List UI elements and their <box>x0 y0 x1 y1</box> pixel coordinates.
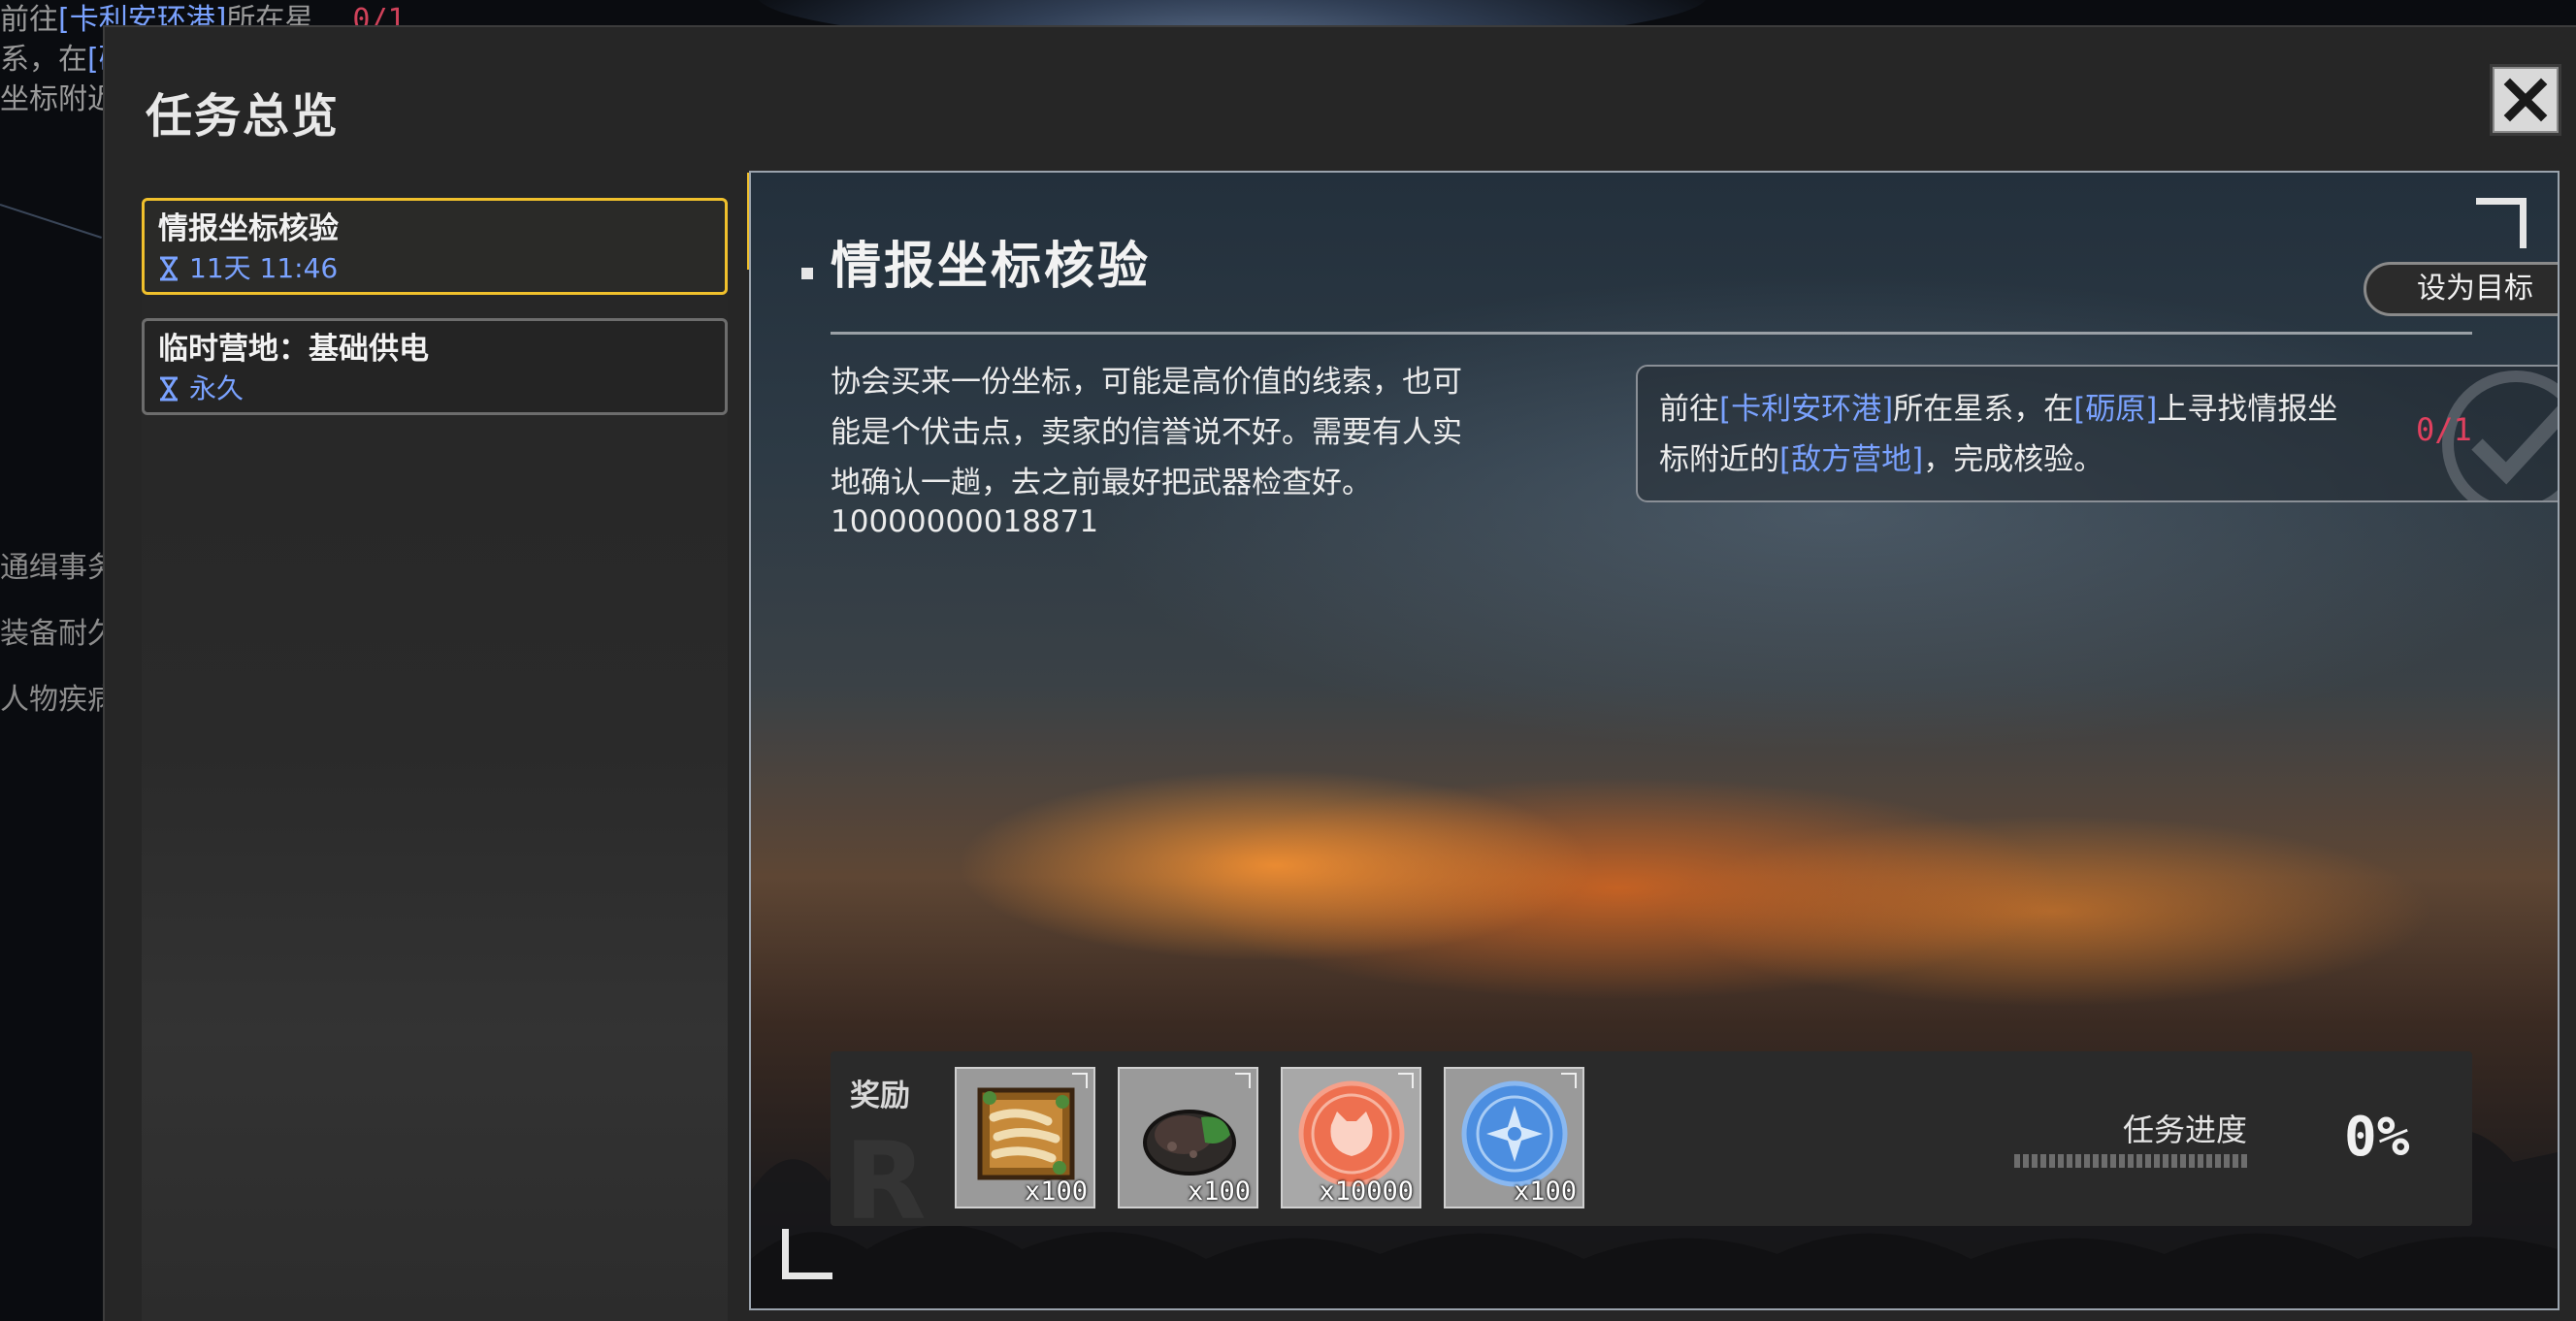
hud-side-item[interactable]: 装备耐久 <box>0 601 116 667</box>
orange-badge-icon <box>1298 1080 1405 1187</box>
quest-item-camp-power[interactable]: 临时营地：基础供电 永久 <box>142 318 728 415</box>
quest-list: 情报坐标核验 11天 11:46 临时营地：基础供电 永久 <box>142 173 728 1321</box>
enemy-camp-link[interactable]: [敌方营地] <box>1779 442 1923 477</box>
close-icon <box>2503 78 2548 122</box>
reward-item[interactable]: x10000 <box>1281 1067 1421 1208</box>
quest-id: 10000000018871 <box>831 504 1099 539</box>
set-as-target-button[interactable]: 设为目标 <box>2364 262 2558 316</box>
quest-timer: 11天 11:46 <box>158 249 711 288</box>
quest-timer: 永久 <box>158 370 711 408</box>
title-divider <box>831 332 2472 335</box>
hud-side-item[interactable]: 人物疾病 <box>0 667 116 733</box>
reward-qty: x100 <box>1024 1176 1088 1207</box>
quest-detail-title: 情报坐标核验 <box>831 238 1152 296</box>
quest-item-intel-verification[interactable]: 情报坐标核验 11天 11:46 <box>142 198 728 295</box>
mission-progress-value: 0% <box>2344 1106 2410 1169</box>
quest-time-text: 永久 <box>189 372 245 404</box>
objective-text: 前往[卡利安环港]所在星系，在[砺原]上寻找情报坐标附近的[敌方营地]，完成核验… <box>1659 392 2338 477</box>
rewards-watermark: R <box>844 1119 930 1243</box>
corner-bracket-bottom-left <box>782 1229 832 1279</box>
crate-icon <box>977 1087 1075 1180</box>
quest-overview-dialog: 任务总览 情报坐标核验 11天 11:46 临时营地：基础供电 永久 情报坐标核… <box>103 25 2576 1321</box>
reward-qty: x100 <box>1187 1176 1251 1207</box>
rewards-label: 奖励 <box>850 1079 910 1113</box>
hud-side-item[interactable]: 通缉事务 <box>0 535 116 601</box>
hud-side-list: 通缉事务 装备耐久 人物疾病 <box>0 535 116 733</box>
title-bullet-icon <box>801 268 813 279</box>
reward-item[interactable]: x100 <box>955 1067 1095 1208</box>
reward-qty: x100 <box>1513 1176 1577 1207</box>
reward-item[interactable]: x100 <box>1444 1067 1584 1208</box>
objective-progress: 0/1 <box>2416 411 2472 448</box>
mission-progress-label: 任务进度 <box>2123 1112 2248 1148</box>
quest-name: 临时营地：基础供电 <box>158 332 429 367</box>
close-button[interactable] <box>2490 64 2561 136</box>
planet-link[interactable]: [砺原] <box>2073 392 2157 427</box>
ore-icon <box>1143 1110 1236 1176</box>
hourglass-icon <box>160 256 178 281</box>
reward-qty: x10000 <box>1319 1176 1414 1207</box>
location-link[interactable]: [卡利安环港] <box>1719 392 1893 427</box>
quest-name: 情报坐标核验 <box>158 211 339 246</box>
quest-detail-panel: 情报坐标核验 设为目标 协会买来一份坐标，可能是高价值的线索，也可能是个伏击点，… <box>749 171 2560 1310</box>
hourglass-icon <box>160 376 178 402</box>
reward-item[interactable]: x100 <box>1118 1067 1258 1208</box>
hud-divider <box>0 204 102 239</box>
rewards-bar: R 奖励 x100 x100 x10000 x100 任务进度 0% <box>831 1051 2472 1243</box>
objective-card[interactable]: 前往[卡利安环港]所在星系，在[砺原]上寻找情报坐标附近的[敌方营地]，完成核验… <box>1636 365 2558 502</box>
dialog-title: 任务总览 <box>146 89 341 144</box>
corner-bracket-top-right <box>2476 198 2527 248</box>
quest-description: 协会买来一份坐标，可能是高价值的线索，也可能是个伏击点，卖家的信誉说不好。需要有… <box>831 365 1462 500</box>
mission-progress-subtext <box>2014 1154 2247 1168</box>
blue-compass-icon <box>1461 1080 1568 1187</box>
quest-time-text: 11天 11:46 <box>189 252 339 284</box>
